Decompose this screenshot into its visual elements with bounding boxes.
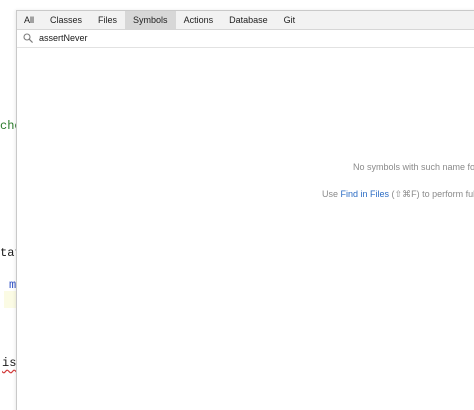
search-scope-tabs: All Classes Files Symbols Actions Databa… xyxy=(17,11,474,30)
find-in-files-hint: Use Find in Files (⇧⌘F) to perform full- xyxy=(322,189,474,200)
tab-git[interactable]: Git xyxy=(276,11,304,29)
hint-suffix: to perform full- xyxy=(422,189,474,199)
tab-database[interactable]: Database xyxy=(221,11,276,29)
tab-all[interactable]: All xyxy=(17,11,42,29)
tab-actions[interactable]: Actions xyxy=(176,11,222,29)
screen: che tat m is All Classes Files Symbols A… xyxy=(0,0,474,410)
search-everywhere-popup: All Classes Files Symbols Actions Databa… xyxy=(16,10,474,410)
background-editor: che tat m is xyxy=(0,0,22,410)
editor-code-fragment-error: is xyxy=(2,356,17,370)
tab-symbols[interactable]: Symbols xyxy=(125,11,176,29)
search-row xyxy=(17,30,474,48)
search-icon xyxy=(23,33,33,43)
tab-classes[interactable]: Classes xyxy=(42,11,90,29)
hint-shortcut: (⇧⌘F) xyxy=(389,189,420,199)
find-in-files-link[interactable]: Find in Files xyxy=(341,189,390,199)
tab-files[interactable]: Files xyxy=(90,11,125,29)
no-results-message: No symbols with such name fou xyxy=(353,162,474,172)
search-input[interactable] xyxy=(39,31,459,45)
hint-prefix: Use xyxy=(322,189,341,199)
